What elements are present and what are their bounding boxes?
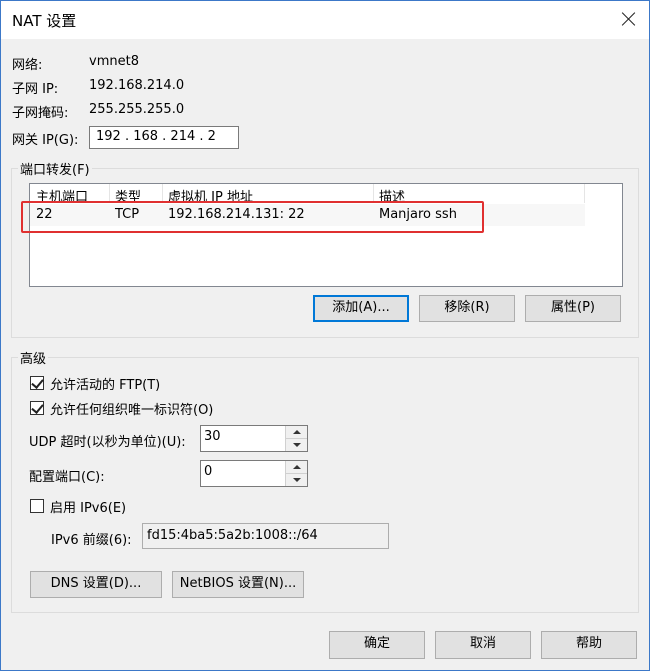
udp-timeout-value: 30 (204, 429, 221, 444)
cancel-button[interactable]: 取消 (435, 631, 531, 659)
close-icon[interactable] (619, 9, 639, 29)
config-port-value: 0 (204, 464, 213, 479)
port-forwarding-list[interactable]: 主机端口 类型 虚拟机 IP 地址 描述 22 TCP 192.168.214.… (29, 183, 623, 287)
properties-button[interactable]: 属性(P) (525, 295, 621, 322)
gateway-ip-field[interactable]: 192 . 168 . 214 . 2 (89, 126, 239, 149)
nat-settings-dialog: NAT 设置 网络: vmnet8 子网 IP: 192.168.214.0 子… (0, 0, 650, 671)
subnet-mask-value: 255.255.255.0 (89, 102, 185, 117)
ok-button[interactable]: 确定 (329, 631, 425, 659)
stepper-arrows (285, 461, 307, 486)
allow-ftp-label: 允许活动的 FTP(T) (50, 378, 161, 393)
chevron-down-icon (293, 477, 301, 482)
stepper-arrows (285, 426, 307, 451)
config-port-stepper[interactable]: 0 (200, 460, 308, 487)
help-button[interactable]: 帮助 (541, 631, 637, 659)
netbios-settings-button[interactable]: NetBIOS 设置(N)... (172, 571, 304, 598)
chevron-down-icon (293, 442, 301, 447)
add-button[interactable]: 添加(A)... (313, 295, 409, 322)
allow-ftp-checkbox[interactable] (30, 376, 44, 390)
remove-button[interactable]: 移除(R) (419, 295, 515, 322)
network-value: vmnet8 (89, 54, 139, 69)
chevron-up-icon (293, 430, 301, 434)
subnet-ip-value: 192.168.214.0 (89, 78, 185, 93)
column-separator (584, 184, 585, 203)
enable-ipv6-label: 启用 IPv6(E) (50, 501, 127, 516)
udp-timeout-label: UDP 超时(以秒为单位)(U): (29, 435, 186, 450)
enable-ipv6-checkbox[interactable] (30, 499, 44, 513)
subnet-mask-label: 子网掩码: (12, 106, 69, 121)
advanced-group-label: 高级 (18, 348, 49, 367)
subnet-ip-label: 子网 IP: (12, 82, 59, 97)
highlight-annotation (21, 201, 484, 233)
stepper-down-button[interactable] (286, 473, 307, 486)
stepper-up-button[interactable] (286, 461, 307, 474)
ipv6-prefix-label: IPv6 前缀(6): (51, 533, 132, 548)
stepper-down-button[interactable] (286, 438, 307, 451)
udp-timeout-stepper[interactable]: 30 (200, 425, 308, 452)
title-bar: NAT 设置 (1, 1, 649, 39)
window-title: NAT 设置 (12, 12, 77, 30)
stepper-up-button[interactable] (286, 426, 307, 439)
gateway-label: 网关 IP(G): (12, 133, 79, 148)
allow-oui-checkbox[interactable] (30, 401, 44, 415)
ipv6-prefix-field[interactable]: fd15:4ba5:5a2b:1008::/64 (142, 523, 389, 549)
network-label: 网络: (12, 58, 43, 73)
chevron-up-icon (293, 465, 301, 469)
port-forwarding-group-label: 端口转发(F) (18, 159, 92, 178)
config-port-label: 配置端口(C): (29, 470, 105, 485)
allow-oui-label: 允许任何组织唯一标识符(O) (50, 403, 214, 418)
dns-settings-button[interactable]: DNS 设置(D)... (30, 571, 162, 598)
